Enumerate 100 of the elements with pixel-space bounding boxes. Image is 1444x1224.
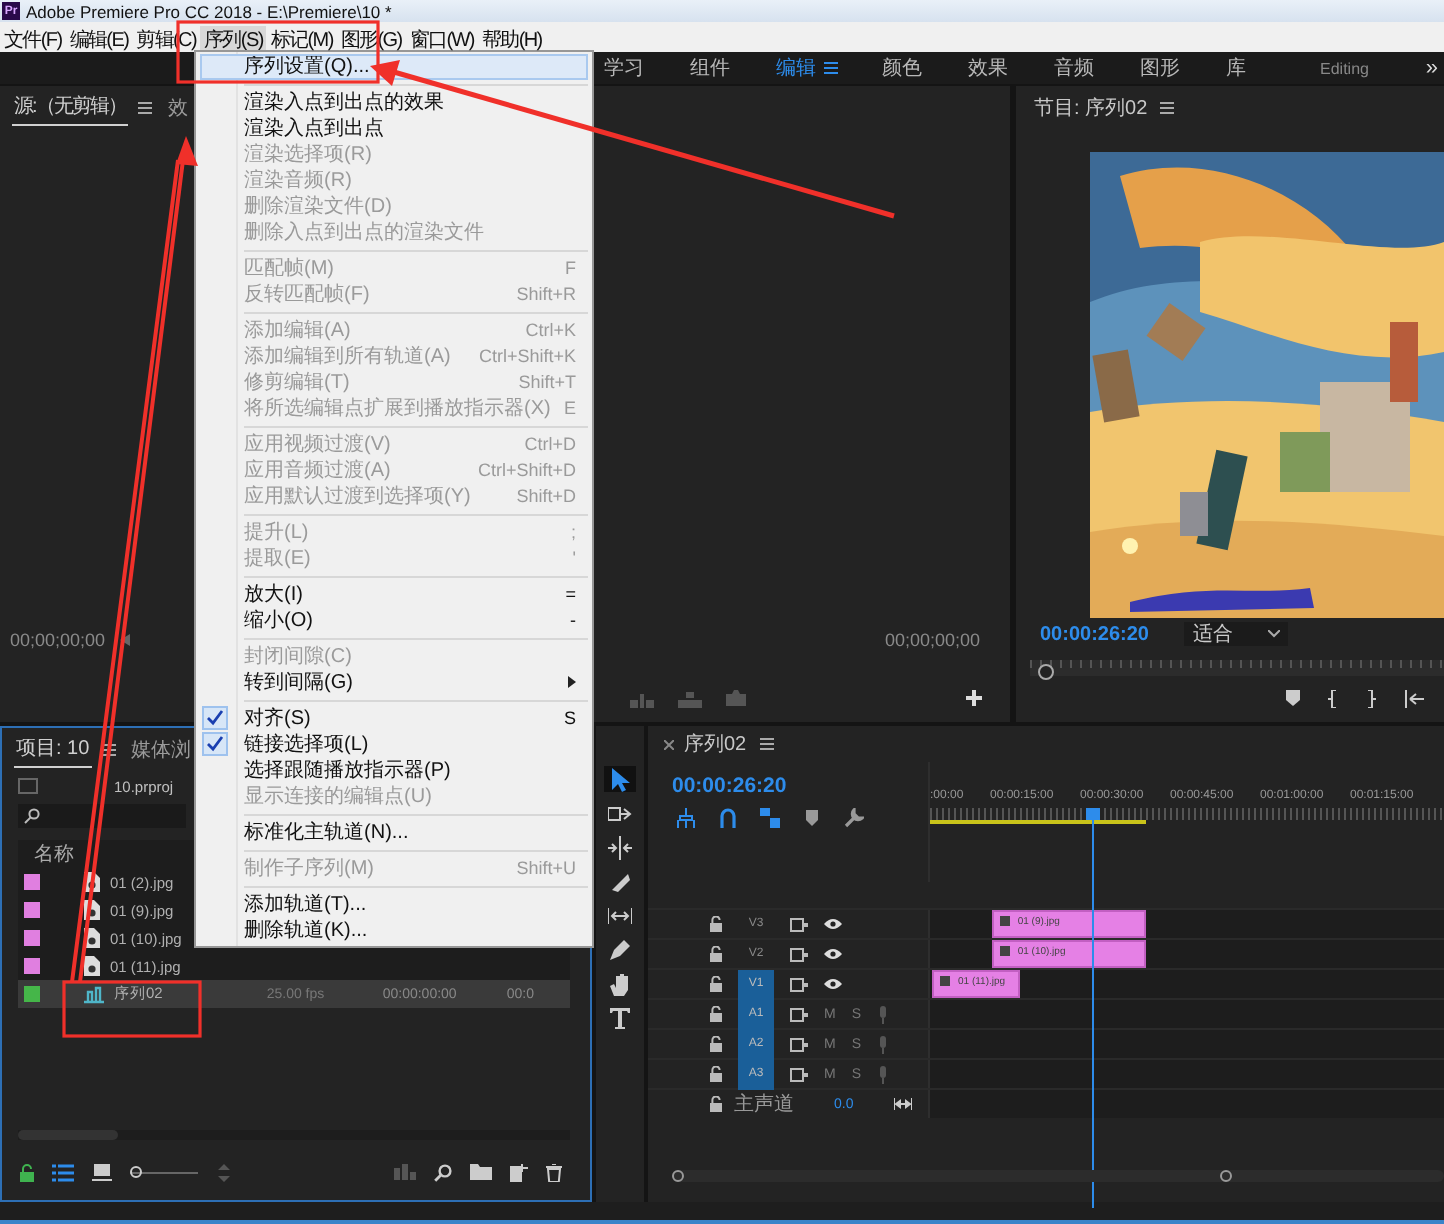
pen-tool[interactable] bbox=[604, 936, 636, 962]
menu-item[interactable]: 缩小(O) - bbox=[196, 607, 593, 633]
panel-tab[interactable]: 序列02 bbox=[682, 727, 749, 761]
workspace-tab[interactable]: 编辑 bbox=[776, 54, 824, 82]
sync-lock-icon[interactable] bbox=[790, 1007, 808, 1021]
workspace-tab[interactable]: 音频 bbox=[1054, 54, 1140, 82]
overflow-icon[interactable]: » bbox=[1425, 56, 1438, 80]
menu-item[interactable]: 链接选择项(L) bbox=[196, 731, 593, 757]
menu-bar-item[interactable]: 标记(M) bbox=[266, 25, 337, 53]
lock-icon[interactable] bbox=[710, 1096, 722, 1112]
add-icon[interactable] bbox=[966, 690, 982, 706]
menu-item[interactable]: 标准化主轨道(N)... bbox=[196, 819, 593, 845]
slider-handle[interactable] bbox=[130, 1166, 142, 1178]
menu-item[interactable]: 添加轨道(T)... bbox=[196, 891, 593, 917]
shortcut-label: Ctrl+Shift+K bbox=[478, 346, 577, 366]
new-item-icon[interactable] bbox=[510, 1163, 528, 1181]
lock-icon[interactable] bbox=[710, 916, 722, 932]
panel-tab[interactable]: 媒体浏 bbox=[129, 733, 194, 767]
shortcut-label: Shift+U bbox=[516, 858, 577, 878]
sequence-icon bbox=[84, 984, 104, 1004]
lock-icon[interactable] bbox=[710, 946, 722, 962]
eye-icon[interactable] bbox=[824, 978, 842, 990]
playhead-timecode[interactable]: 00:00:26:20 bbox=[672, 774, 787, 798]
ripple-tool[interactable] bbox=[604, 834, 636, 860]
menu-item[interactable]: 转到间隔(G) bbox=[196, 669, 593, 695]
go-to-in-icon[interactable] bbox=[1404, 689, 1424, 707]
search-field[interactable] bbox=[18, 804, 186, 828]
panel-tab[interactable]: 项目: 10 bbox=[14, 732, 92, 768]
column-header[interactable]: 名称 bbox=[34, 840, 74, 868]
slip-tool[interactable] bbox=[604, 902, 636, 928]
mark-in-icon[interactable] bbox=[1328, 689, 1338, 707]
menu-item[interactable]: 渲染入点到出点的效果 bbox=[196, 89, 593, 115]
workspace-tab[interactable]: 效果 bbox=[968, 54, 1054, 82]
menu-item[interactable]: 删除轨道(K)... bbox=[196, 917, 593, 943]
menu-icon[interactable] bbox=[824, 62, 838, 74]
icon-view-icon[interactable] bbox=[92, 1163, 112, 1181]
menu-item[interactable]: 对齐(S) S bbox=[196, 705, 593, 731]
menu-item[interactable]: 序列设置(Q)... bbox=[200, 53, 589, 79]
menu-icon[interactable] bbox=[760, 738, 775, 750]
list-view-icon[interactable] bbox=[52, 1163, 74, 1181]
menu-item[interactable]: 放大(I) = bbox=[196, 581, 593, 607]
zoom-scrollbar[interactable] bbox=[672, 1170, 1444, 1182]
menu-bar-item[interactable]: 编辑(E) bbox=[65, 25, 133, 53]
track-name: 主声道 bbox=[734, 1091, 794, 1118]
lock-icon[interactable] bbox=[20, 1163, 34, 1181]
step-back-icon[interactable] bbox=[119, 634, 130, 646]
image-clip-icon bbox=[999, 916, 1010, 926]
source-timecode: 00;00;00;00 bbox=[10, 630, 106, 650]
workspace-tab[interactable]: 图形 bbox=[1140, 54, 1226, 82]
scrubber-handle[interactable] bbox=[1038, 664, 1055, 680]
marker-icon[interactable] bbox=[1286, 690, 1300, 706]
workspace-tab[interactable]: 颜色 bbox=[882, 54, 968, 82]
nest-icon[interactable] bbox=[676, 808, 696, 828]
zoom-slider[interactable] bbox=[130, 1166, 198, 1178]
zoom-dropdown[interactable]: 适合 bbox=[1184, 622, 1289, 646]
shortcut-label: E bbox=[564, 398, 577, 418]
workspace-tab[interactable]: 组件 bbox=[690, 54, 776, 82]
menu-item[interactable]: 渲染入点到出点 bbox=[196, 115, 593, 141]
sync-lock-icon[interactable] bbox=[790, 977, 808, 991]
eye-icon[interactable] bbox=[824, 918, 842, 930]
marker-icon[interactable] bbox=[802, 808, 822, 828]
folder-icon[interactable] bbox=[470, 1164, 492, 1180]
workspace-tab[interactable]: 库 bbox=[1226, 54, 1312, 82]
menu-bar-item[interactable]: 帮助(H) bbox=[477, 25, 546, 53]
settings-icon[interactable] bbox=[844, 808, 864, 828]
shortcut-label: Shift+R bbox=[516, 284, 577, 304]
image-clip-icon bbox=[940, 976, 951, 986]
sync-lock-icon[interactable] bbox=[790, 917, 808, 931]
close-icon[interactable] bbox=[664, 739, 674, 749]
trash-icon[interactable] bbox=[546, 1163, 562, 1181]
eye-icon[interactable] bbox=[824, 948, 842, 960]
menu-icon[interactable] bbox=[1159, 102, 1174, 114]
panel-tab[interactable]: 源:（无剪辑） bbox=[12, 90, 128, 126]
expand-icon[interactable] bbox=[894, 1098, 912, 1110]
sync-lock-icon[interactable] bbox=[790, 1067, 808, 1081]
workspace-tab[interactable]: 学习 bbox=[604, 54, 690, 82]
snap-icon[interactable] bbox=[718, 808, 738, 828]
lock-icon[interactable] bbox=[710, 976, 722, 992]
panel-title: 节目: 序列02 bbox=[1032, 95, 1150, 123]
workspace-tab[interactable]: Editing bbox=[1320, 59, 1389, 77]
lock-icon[interactable] bbox=[710, 1006, 722, 1022]
panel-tab[interactable]: 效 bbox=[165, 91, 188, 125]
menu-bar-item[interactable]: 序列(S) bbox=[200, 25, 267, 53]
sync-lock-icon[interactable] bbox=[790, 947, 808, 961]
menu-bar-item[interactable]: 文件(F) bbox=[0, 25, 66, 53]
mark-out-icon[interactable] bbox=[1366, 689, 1376, 707]
menu-item[interactable]: 选择跟随播放指示器(P) bbox=[196, 757, 593, 783]
type-tool[interactable] bbox=[604, 1004, 636, 1030]
menu-bar-item[interactable]: 窗口(W) bbox=[405, 25, 478, 53]
lock-icon[interactable] bbox=[710, 1066, 722, 1082]
shortcut-label: Shift+T bbox=[518, 372, 577, 392]
linked-icon[interactable] bbox=[760, 808, 780, 828]
lock-icon[interactable] bbox=[710, 1036, 722, 1052]
menu-icon[interactable] bbox=[101, 744, 116, 756]
search-icon[interactable] bbox=[434, 1163, 452, 1181]
selection-tool[interactable] bbox=[604, 766, 636, 792]
sync-lock-icon[interactable] bbox=[790, 1037, 808, 1051]
menu-icon[interactable] bbox=[137, 102, 152, 114]
duration-timecode: 00;00;00;00 bbox=[884, 630, 980, 650]
highlight-box bbox=[62, 980, 202, 1038]
